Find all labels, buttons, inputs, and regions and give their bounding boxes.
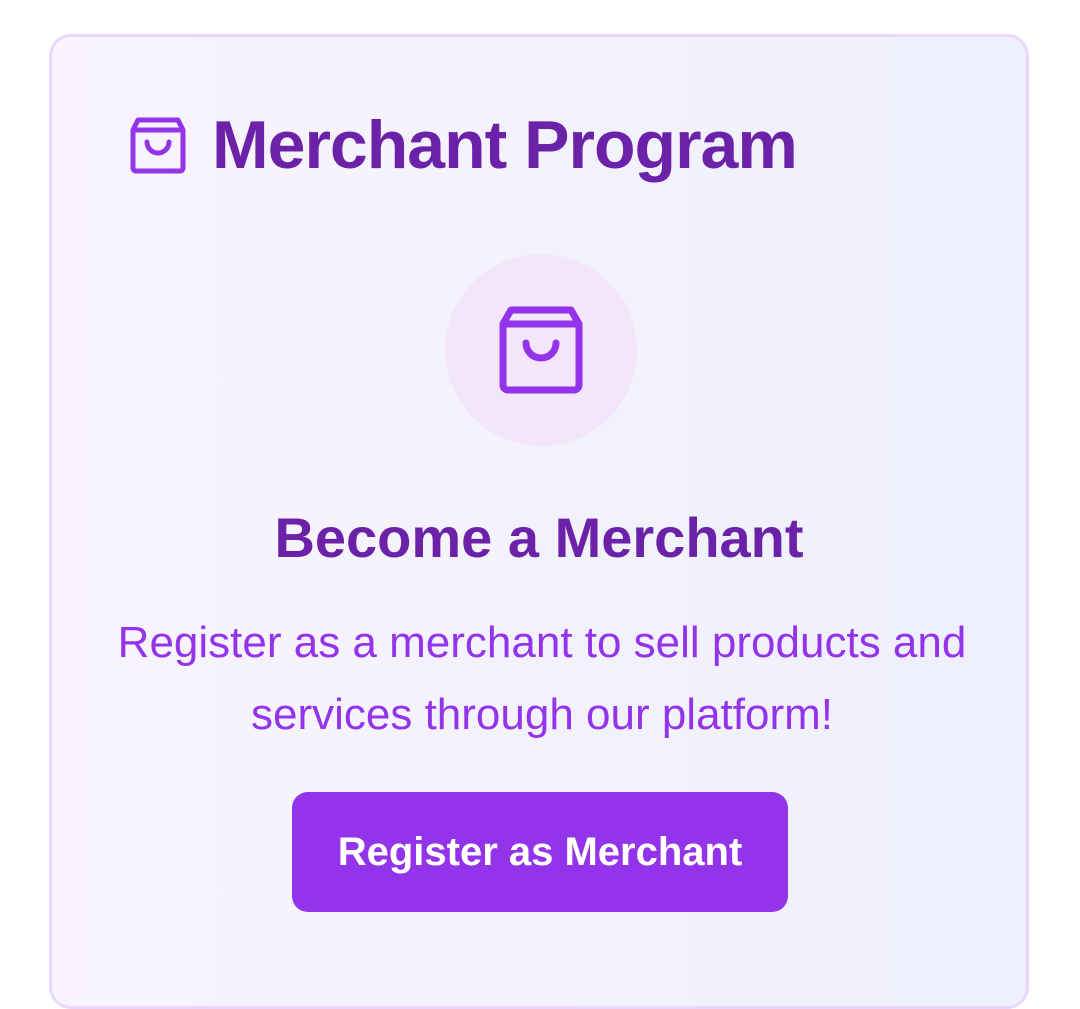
merchant-program-card: Merchant Program Become a Merchant Regis… bbox=[49, 34, 1029, 1009]
section-heading: Become a Merchant bbox=[274, 506, 804, 569]
page-title: Merchant Program bbox=[212, 107, 798, 183]
card-header: Merchant Program bbox=[130, 107, 798, 183]
shopping-bag-icon bbox=[130, 117, 186, 174]
hero-icon-circle bbox=[445, 254, 637, 446]
shopping-bag-icon bbox=[499, 306, 583, 394]
description-text: Register as a merchant to sell products … bbox=[117, 618, 967, 739]
register-merchant-button[interactable]: Register as Merchant bbox=[292, 792, 788, 912]
